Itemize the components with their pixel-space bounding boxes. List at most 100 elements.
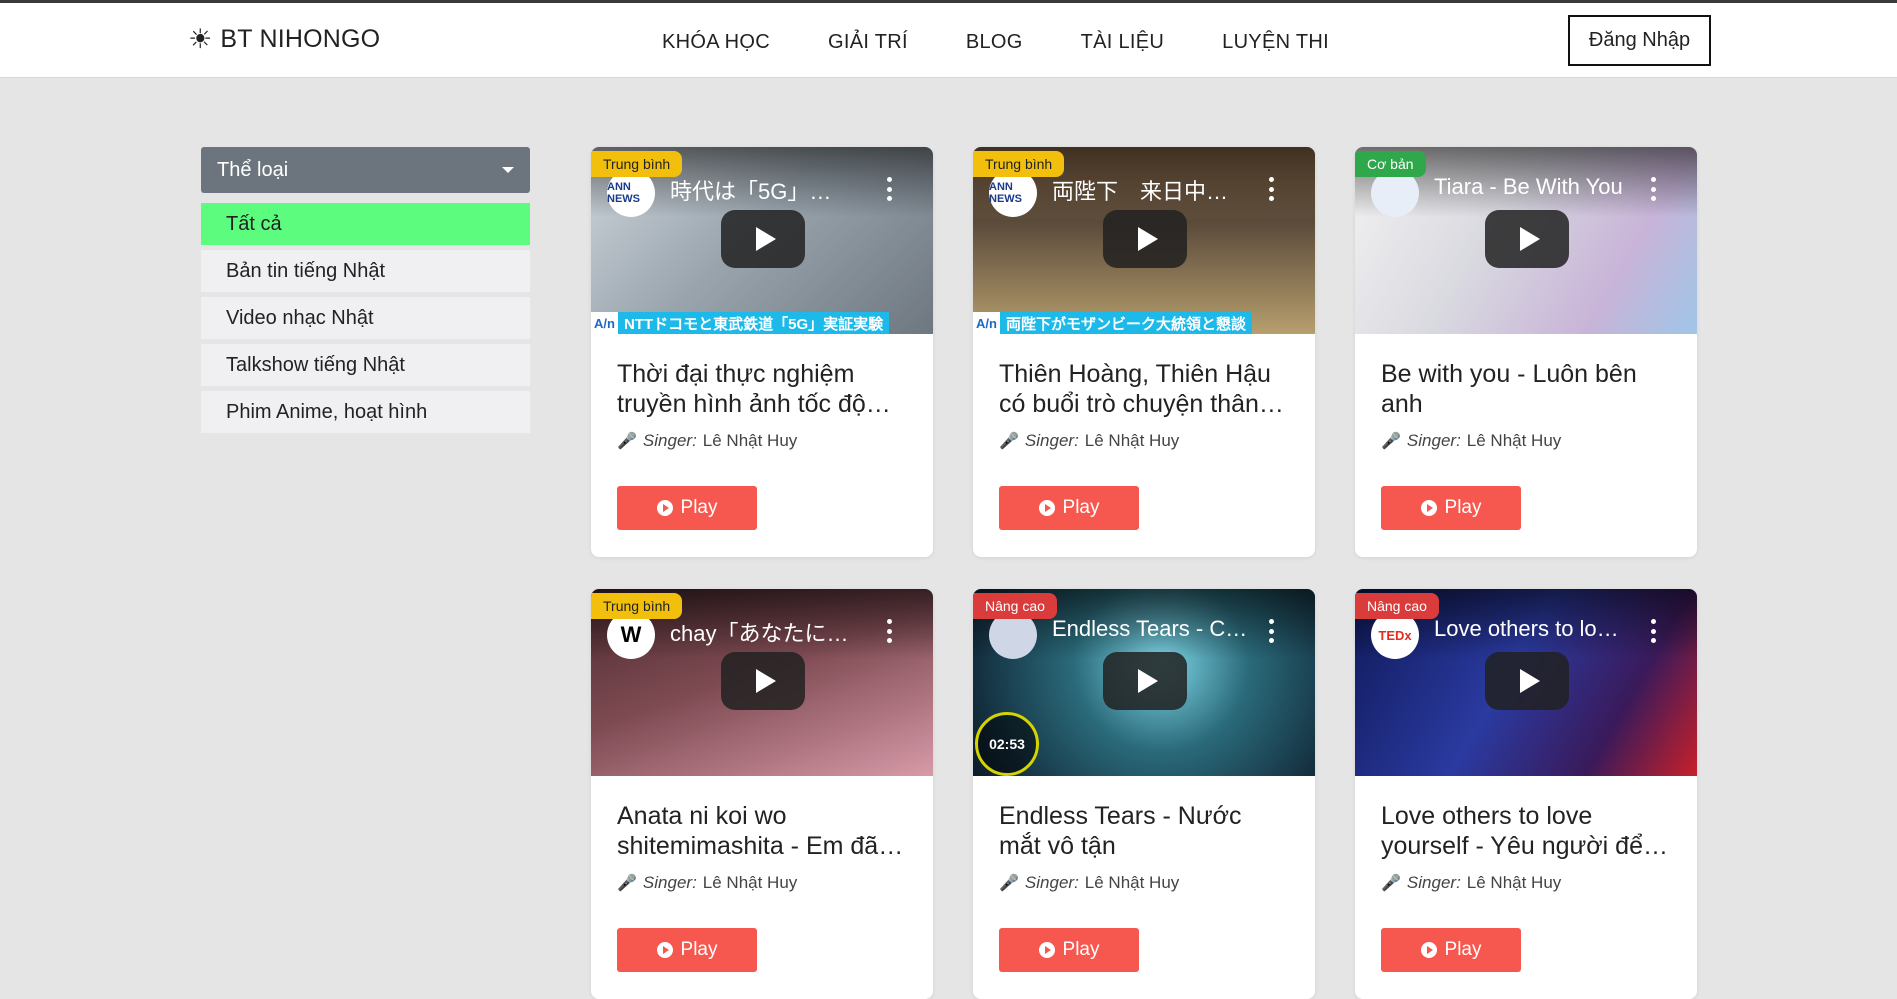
singer-name: Lê Nhật Huy	[1084, 873, 1180, 892]
singer-name: Lê Nhật Huy	[702, 431, 798, 450]
singer-name: Lê Nhật Huy	[702, 873, 798, 892]
video-grid: Trung bình ANN NEWS 時代は「5G」… A/n NTTドコモと…	[591, 147, 1697, 999]
play-button[interactable]: Play	[617, 486, 757, 530]
play-overlay-icon[interactable]	[721, 210, 805, 268]
video-card: Cơ bản Tiara - Be With You Be with you -…	[1355, 147, 1697, 557]
category-item-all[interactable]: Tất cả	[201, 203, 530, 245]
navbar: ☀ BT NIHONGO KHÓA HỌC GIẢI TRÍ BLOG TÀI …	[0, 3, 1897, 78]
card-title[interactable]: Endless Tears - Nước mắt vô tận	[999, 801, 1289, 861]
level-badge: Trung bình	[591, 593, 683, 619]
more-vertical-icon[interactable]	[1651, 619, 1657, 643]
menu-giai-tri[interactable]: GIẢI TRÍ	[828, 31, 908, 54]
play-button[interactable]: Play	[999, 928, 1139, 972]
singer-label: Singer:	[1024, 873, 1079, 892]
singer-line: 🎤 Singer: Lê Nhật Huy	[617, 873, 797, 893]
card-title[interactable]: Be with you - Luôn bên anh	[1381, 359, 1671, 419]
play-circle-icon	[1420, 500, 1437, 516]
microphone-icon: 🎤	[1381, 875, 1401, 892]
video-card: Trung bình ANN NEWS 時代は「5G」… A/n NTTドコモと…	[591, 147, 933, 557]
singer-label: Singer:	[642, 873, 697, 892]
card-title[interactable]: Anata ni koi wo shitemimashita - Em đã …	[617, 801, 907, 861]
ann-mark: A/n	[973, 312, 1000, 334]
play-button[interactable]: Play	[1381, 486, 1521, 530]
caption-text: NTTドコモと東武鉄道「5G」実証実験	[617, 312, 890, 334]
sun-icon: ☀	[188, 24, 213, 54]
category-select[interactable]: Thể loại	[201, 147, 530, 193]
play-circle-icon	[656, 942, 673, 958]
microphone-icon: 🎤	[999, 875, 1019, 892]
category-sidebar: Thể loại Tất cả Bản tin tiếng Nhật Video…	[201, 147, 530, 433]
play-button-label: Play	[680, 939, 718, 960]
menu-luyen-thi[interactable]: LUYỆN THI	[1222, 31, 1329, 54]
play-button[interactable]: Play	[1381, 928, 1521, 972]
level-badge: Trung bình	[591, 151, 683, 177]
more-vertical-icon[interactable]	[1269, 619, 1275, 643]
card-title[interactable]: Love others to love yourself - Yêu người…	[1381, 801, 1671, 861]
video-thumbnail[interactable]: Trung bình ANN NEWS 時代は「5G」… A/n NTTドコモと…	[591, 147, 933, 334]
play-circle-icon	[656, 500, 673, 516]
play-button-label: Play	[680, 497, 718, 518]
timer-badge: 02:53	[975, 712, 1039, 776]
level-badge: Trung bình	[973, 151, 1065, 177]
more-vertical-icon[interactable]	[1651, 177, 1657, 201]
video-thumbnail[interactable]: Nâng cao TEDx Love others to lo…	[1355, 589, 1697, 776]
main-menu: KHÓA HỌC GIẢI TRÍ BLOG TÀI LIỆU LUYỆN TH…	[662, 31, 1329, 54]
play-button-label: Play	[1062, 939, 1100, 960]
microphone-icon: 🎤	[617, 875, 637, 892]
more-vertical-icon[interactable]	[1269, 177, 1275, 201]
singer-name: Lê Nhật Huy	[1084, 431, 1180, 450]
play-overlay-icon[interactable]	[1485, 652, 1569, 710]
microphone-icon: 🎤	[1381, 433, 1401, 450]
singer-line: 🎤 Singer: Lê Nhật Huy	[1381, 431, 1561, 451]
category-item-anime[interactable]: Phim Anime, hoạt hình	[201, 391, 530, 433]
video-title-overlay[interactable]: 時代は「5G」…	[670, 174, 883, 206]
video-title-overlay[interactable]: 両陛下 来日中…	[1052, 174, 1265, 206]
caption-text: 両陛下がモザンビーク大統領と懇談	[999, 312, 1252, 334]
ann-mark: A/n	[591, 312, 618, 334]
singer-name: Lê Nhật Huy	[1466, 431, 1562, 450]
video-card: Nâng cao Endless Tears - C… 02:53 Endles…	[973, 589, 1315, 999]
play-overlay-icon[interactable]	[1485, 210, 1569, 268]
singer-name: Lê Nhật Huy	[1466, 873, 1562, 892]
play-overlay-icon[interactable]	[721, 652, 805, 710]
play-circle-icon	[1038, 500, 1055, 516]
category-item-music[interactable]: Video nhạc Nhật	[201, 297, 530, 339]
video-thumbnail[interactable]: Nâng cao Endless Tears - C… 02:53	[973, 589, 1315, 776]
singer-line: 🎤 Singer: Lê Nhật Huy	[999, 431, 1179, 451]
level-badge: Nâng cao	[1355, 593, 1439, 619]
video-card: Nâng cao TEDx Love others to lo… Love ot…	[1355, 589, 1697, 999]
more-vertical-icon[interactable]	[887, 619, 893, 643]
card-title[interactable]: Thời đại thực nghiệm truyền hình ảnh tốc…	[617, 359, 907, 419]
brand-logo[interactable]: ☀ BT NIHONGO	[188, 25, 380, 54]
play-button[interactable]: Play	[617, 928, 757, 972]
menu-khoa-hoc[interactable]: KHÓA HỌC	[662, 31, 770, 54]
video-thumbnail[interactable]: Trung bình W chay「あなたに…	[591, 589, 933, 776]
video-title-overlay[interactable]: chay「あなたに…	[670, 616, 883, 648]
singer-label: Singer:	[1406, 873, 1461, 892]
level-badge: Nâng cao	[973, 593, 1057, 619]
video-title-overlay[interactable]: Endless Tears - C…	[1052, 616, 1265, 642]
play-button-label: Play	[1444, 497, 1482, 518]
singer-line: 🎤 Singer: Lê Nhật Huy	[999, 873, 1179, 893]
video-title-overlay[interactable]: Tiara - Be With You	[1434, 174, 1647, 200]
card-title[interactable]: Thiên Hoàng, Thiên Hậu có buổi trò chuyệ…	[999, 359, 1289, 419]
singer-label: Singer:	[642, 431, 697, 450]
brand-name: BT NIHONGO	[220, 25, 381, 53]
video-title-overlay[interactable]: Love others to lo…	[1434, 616, 1647, 642]
more-vertical-icon[interactable]	[887, 177, 893, 201]
category-item-talkshow[interactable]: Talkshow tiếng Nhật	[201, 344, 530, 386]
video-card: Trung bình W chay「あなたに… Anata ni koi wo …	[591, 589, 933, 999]
menu-blog[interactable]: BLOG	[966, 31, 1023, 54]
play-button-label: Play	[1444, 939, 1482, 960]
video-thumbnail[interactable]: Trung bình ANN NEWS 両陛下 来日中… A/n 両陛下がモザン…	[973, 147, 1315, 334]
video-thumbnail[interactable]: Cơ bản Tiara - Be With You	[1355, 147, 1697, 334]
video-card: Trung bình ANN NEWS 両陛下 来日中… A/n 両陛下がモザン…	[973, 147, 1315, 557]
news-caption: A/n 両陛下がモザンビーク大統領と懇談	[973, 312, 1315, 334]
category-item-news[interactable]: Bản tin tiếng Nhật	[201, 250, 530, 292]
play-overlay-icon[interactable]	[1103, 210, 1187, 268]
play-button[interactable]: Play	[999, 486, 1139, 530]
menu-tai-lieu[interactable]: TÀI LIỆU	[1081, 31, 1165, 54]
play-overlay-icon[interactable]	[1103, 652, 1187, 710]
microphone-icon: 🎤	[999, 433, 1019, 450]
login-button[interactable]: Đăng Nhập	[1568, 15, 1711, 66]
